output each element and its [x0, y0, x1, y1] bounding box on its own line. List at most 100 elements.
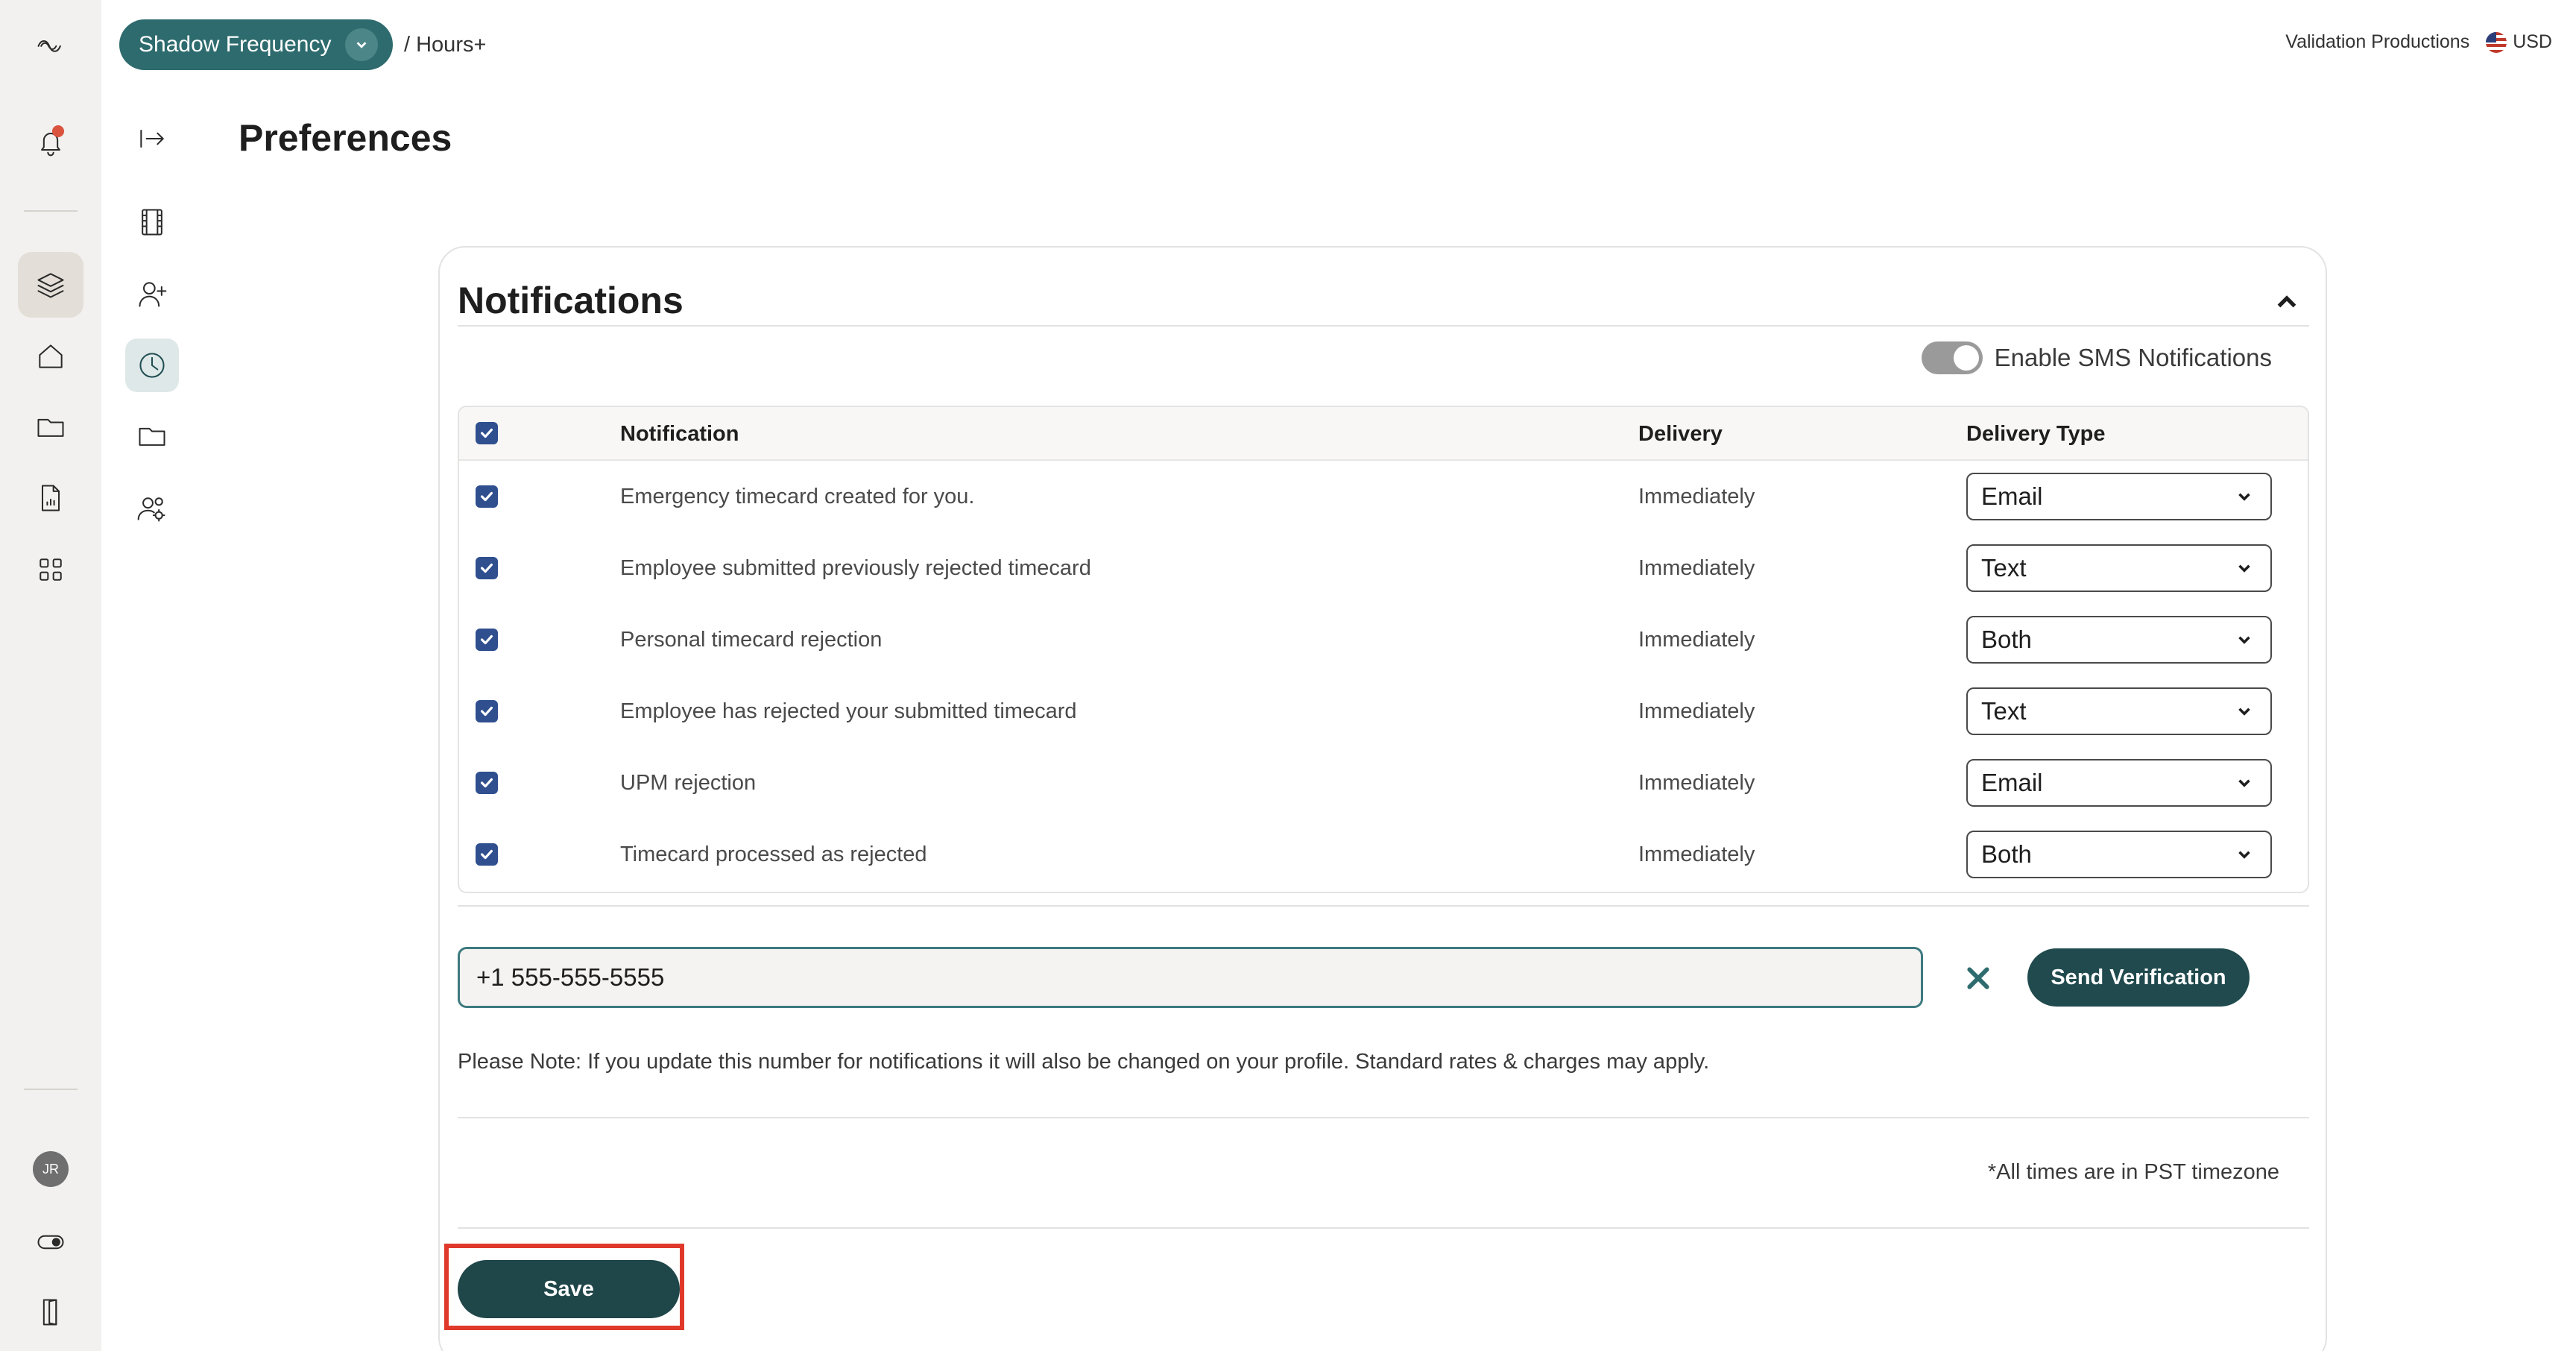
- delivery-type-value: Text: [1981, 697, 2027, 725]
- table-row: Employee has rejected your submitted tim…: [459, 676, 2308, 747]
- delivery-type-select[interactable]: Text: [1966, 687, 2272, 735]
- currency-selector[interactable]: USD: [2486, 31, 2552, 53]
- delivery-type-value: Both: [1981, 626, 2032, 653]
- checkmark-icon: [480, 849, 493, 860]
- logo-icon[interactable]: [18, 12, 83, 78]
- table-row: Employee submitted previously rejected t…: [459, 532, 2308, 604]
- send-verification-button[interactable]: Send Verification: [2027, 948, 2250, 1007]
- table-header: Notification Delivery Delivery Type: [459, 407, 2308, 461]
- documents-nav-button[interactable]: [125, 409, 179, 462]
- folder-icon: [139, 427, 165, 446]
- notifications-bell-button[interactable]: [18, 109, 83, 174]
- table-row: Timecard processed as rejected Immediate…: [459, 819, 2308, 890]
- section-title: Notifications: [458, 280, 684, 321]
- delivery-value: Immediately: [1638, 843, 1755, 866]
- film-icon: [142, 209, 162, 236]
- row-checkbox[interactable]: [476, 772, 498, 794]
- home-icon: [39, 344, 63, 368]
- apps-grid-icon: [40, 558, 62, 581]
- delivery-type-value: Email: [1981, 482, 2043, 510]
- notification-label: Employee has rejected your submitted tim…: [620, 699, 1077, 723]
- delivery-type-value: Both: [1981, 840, 2032, 868]
- section-subnav: [101, 0, 203, 1351]
- account-info: Validation Productions USD: [2285, 31, 2552, 53]
- collapse-subnav-button[interactable]: [125, 112, 179, 166]
- table-row: Emergency timecard created for you. Imme…: [459, 461, 2308, 532]
- checkmark-icon: [480, 491, 493, 502]
- reports-nav-button[interactable]: [18, 465, 83, 531]
- row-checkbox[interactable]: [476, 700, 498, 722]
- checkmark-icon: [480, 428, 493, 438]
- theme-toggle-button[interactable]: [18, 1209, 83, 1275]
- select-all-checkbox[interactable]: [476, 422, 498, 444]
- notification-label: Employee submitted previously rejected t…: [620, 556, 1091, 580]
- global-rail: JR: [0, 0, 101, 1351]
- phone-number-input[interactable]: +1 555-555-5555: [458, 947, 1923, 1008]
- table-row: UPM rejection Immediately Email: [459, 747, 2308, 819]
- checkmark-icon: [480, 563, 493, 573]
- column-header-delivery-type[interactable]: Delivery Type: [1966, 422, 2105, 447]
- notification-badge: [52, 125, 64, 137]
- add-crew-nav-button[interactable]: [125, 267, 179, 321]
- checkmark-icon: [480, 634, 493, 645]
- apps-nav-button[interactable]: [18, 537, 83, 602]
- folder-icon: [37, 418, 64, 437]
- delivery-type-select[interactable]: Both: [1966, 831, 2272, 878]
- productions-nav-button[interactable]: [125, 195, 179, 249]
- breadcrumb[interactable]: / Hours+: [404, 33, 486, 57]
- checkmark-icon: [480, 706, 493, 717]
- delivery-type-value: Email: [1981, 769, 2043, 796]
- delivery-value: Immediately: [1638, 556, 1755, 580]
- chevron-down-icon: [2238, 851, 2250, 859]
- save-button[interactable]: Save: [458, 1260, 680, 1318]
- company-name[interactable]: Validation Productions: [2285, 31, 2469, 53]
- delivery-type-select[interactable]: Text: [1966, 544, 2272, 592]
- delivery-type-select[interactable]: Email: [1966, 759, 2272, 807]
- team-settings-icon: [137, 497, 165, 522]
- delivery-type-select[interactable]: Email: [1966, 473, 2272, 520]
- notification-label: UPM rejection: [620, 771, 757, 795]
- notification-label: Timecard processed as rejected: [620, 843, 927, 866]
- chevron-down-icon: [344, 28, 378, 61]
- chevron-down-icon: [2238, 564, 2250, 573]
- delivery-value: Immediately: [1638, 699, 1755, 723]
- rail-divider: [24, 210, 78, 212]
- divider: [458, 1227, 2309, 1229]
- sms-notifications-toggle[interactable]: [1921, 341, 1983, 374]
- timezone-note: *All times are in PST timezone: [1987, 1160, 2279, 1184]
- column-header-notification[interactable]: Notification: [620, 422, 739, 447]
- chevron-down-icon: [2238, 636, 2250, 644]
- row-checkbox[interactable]: [476, 843, 498, 866]
- us-flag-icon: [2486, 31, 2507, 53]
- chevron-up-icon: [2277, 295, 2296, 308]
- hours-nav-button[interactable]: [125, 338, 179, 392]
- notifications-card: Notifications Enable SMS Notifications N…: [438, 246, 2327, 1351]
- notification-label: Emergency timecard created for you.: [620, 485, 975, 508]
- divider: [458, 325, 2309, 327]
- notification-label: Personal timecard rejection: [620, 628, 883, 652]
- collapse-section-button[interactable]: [2269, 285, 2305, 321]
- project-selector[interactable]: Shadow Frequency: [119, 19, 393, 70]
- clear-phone-button[interactable]: [1956, 956, 2001, 1001]
- home-nav-button[interactable]: [18, 324, 83, 389]
- files-nav-button[interactable]: [18, 394, 83, 459]
- layers-nav-button[interactable]: [18, 252, 83, 318]
- collapse-arrow-icon: [140, 129, 164, 148]
- divider: [458, 905, 2309, 907]
- column-header-delivery[interactable]: Delivery: [1638, 422, 1723, 447]
- row-checkbox[interactable]: [476, 629, 498, 651]
- close-icon: [1967, 967, 1989, 989]
- rail-divider: [24, 1089, 78, 1090]
- page-title: Preferences: [239, 117, 452, 159]
- row-checkbox[interactable]: [476, 485, 498, 508]
- row-checkbox[interactable]: [476, 557, 498, 579]
- chevron-down-icon: [2238, 779, 2250, 787]
- delivery-type-select[interactable]: Both: [1966, 616, 2272, 664]
- logout-button[interactable]: [18, 1279, 83, 1345]
- delivery-type-value: Text: [1981, 554, 2027, 582]
- currency-label: USD: [2513, 31, 2552, 52]
- team-settings-nav-button[interactable]: [125, 482, 179, 535]
- user-avatar[interactable]: JR: [33, 1151, 69, 1187]
- chevron-down-icon: [2238, 493, 2250, 501]
- clock-icon: [139, 353, 165, 378]
